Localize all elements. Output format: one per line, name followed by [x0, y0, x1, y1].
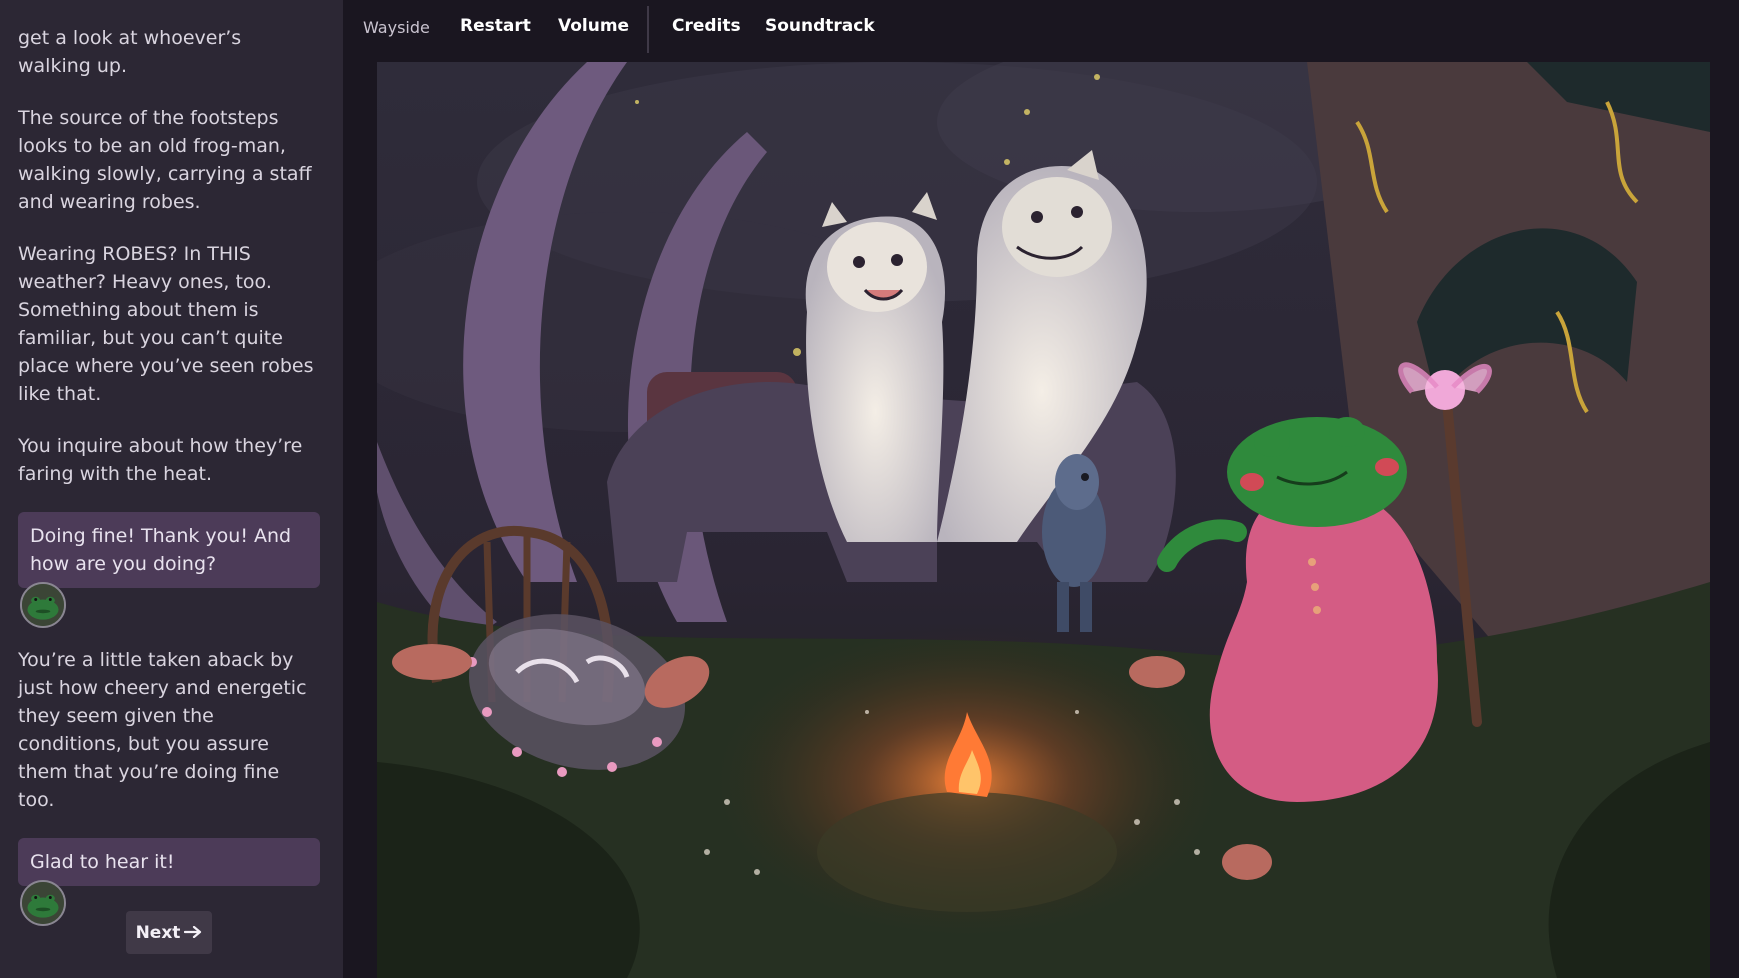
dialogue-speech: Doing fine! Thank you! And how are you d…	[18, 512, 320, 628]
restart-link[interactable]: Restart	[460, 16, 531, 36]
next-button-label: Next	[135, 922, 181, 943]
story-paragraph: get a look at whoever’s walking up.	[18, 27, 242, 77]
nav-divider	[647, 6, 649, 53]
game-title: Wayside	[363, 18, 430, 37]
scene-illustration	[377, 62, 1710, 978]
story-paragraph: The source of the footsteps looks to be …	[18, 107, 312, 213]
frog-speaker-avatar	[20, 582, 66, 628]
soundtrack-link[interactable]: Soundtrack	[765, 16, 875, 36]
arrow-right-icon	[184, 923, 202, 943]
credits-link[interactable]: Credits	[672, 16, 741, 36]
volume-link[interactable]: Volume	[558, 16, 629, 36]
speech-bubble: Glad to hear it!	[18, 838, 320, 886]
story-log: get a look at whoever’s walking up. The …	[18, 24, 320, 944]
story-sidebar: get a look at whoever’s walking up. The …	[0, 0, 343, 978]
story-paragraph: You’re a little taken aback by just how …	[18, 649, 307, 811]
frog-speaker-avatar	[20, 880, 66, 926]
story-paragraph: You inquire about how they’re faring wit…	[18, 435, 303, 485]
next-button[interactable]: Next	[126, 911, 212, 954]
top-navigation: Wayside Restart Volume Credits Soundtrac…	[343, 0, 1739, 60]
speech-bubble: Doing fine! Thank you! And how are you d…	[18, 512, 320, 588]
story-paragraph: Wearing ROBES? In THIS weather? Heavy on…	[18, 243, 314, 405]
